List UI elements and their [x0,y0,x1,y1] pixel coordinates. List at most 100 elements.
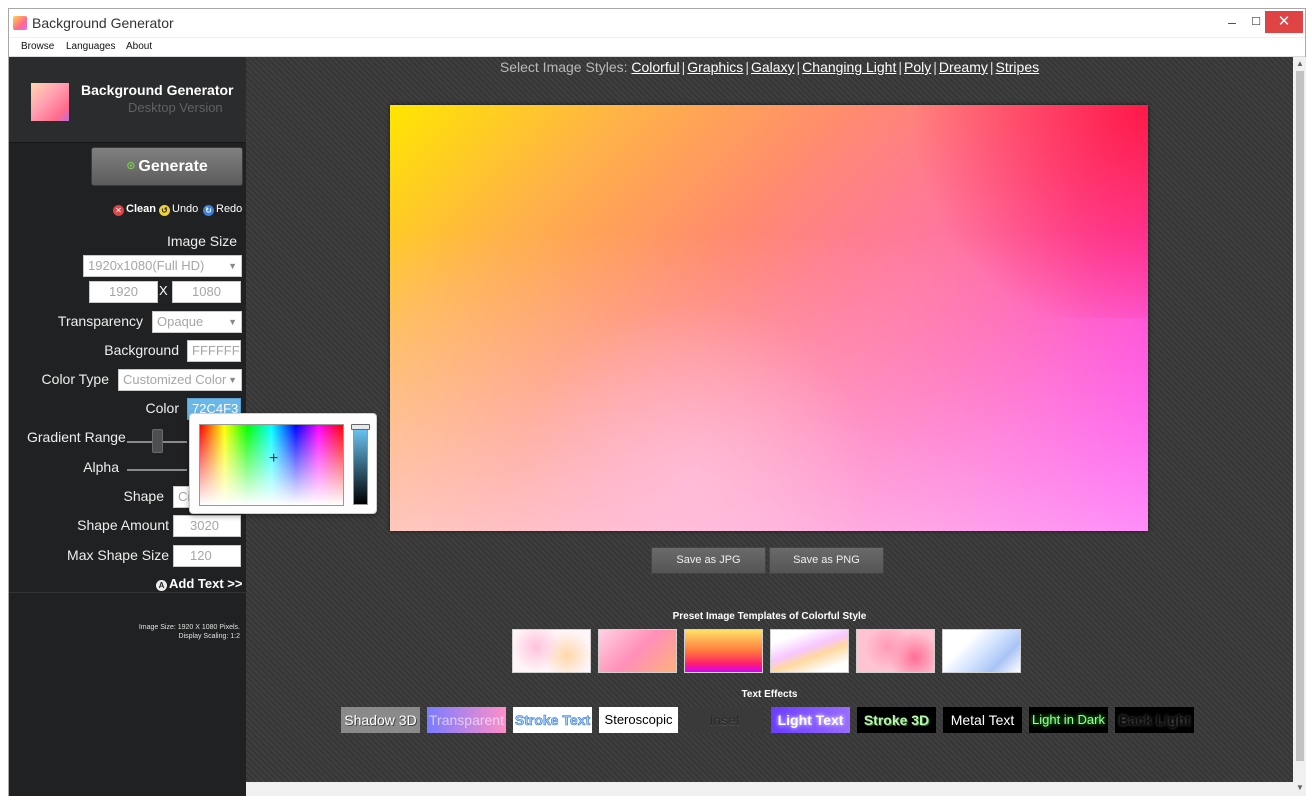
generate-label: Generate [138,158,208,175]
undo-button[interactable]: ↺ Undo [159,203,198,216]
maximize-button[interactable]: ☐ [1245,11,1267,33]
preset-template-2[interactable] [598,629,677,673]
text-effect-stroke-3d[interactable]: Stroke 3D [857,707,936,733]
add-text-icon: A [156,580,167,591]
text-effect-inset[interactable]: Inset [685,707,764,733]
clean-button[interactable]: ✕ Clean [113,203,156,216]
display-scaling-info: Display Scaling: 1:2 [178,633,240,640]
text-effect-shadow-3d[interactable]: Shadow 3D [341,707,420,733]
shape-amount-input[interactable]: 3020 [173,515,241,537]
styles-prefix: Select Image Styles: [499,59,628,75]
separator: | [933,59,937,75]
max-shape-size-label: Max Shape Size [67,547,169,563]
separator: | [681,59,686,75]
separator: | [745,59,749,75]
menu-languages[interactable]: Languages [66,41,116,52]
redo-label: Redo [216,203,243,215]
style-link-poly[interactable]: Poly [904,59,931,75]
color-picker-value-handle[interactable] [351,424,370,430]
size-separator: X [159,283,168,298]
style-link-graphics[interactable]: Graphics [687,59,743,75]
shape-amount-label: Shape Amount [77,517,169,533]
preset-template-3[interactable] [684,629,763,673]
add-text-button[interactable]: A Add Text >> [156,576,242,591]
transparency-select[interactable]: Opaque ▼ [152,311,242,333]
x-circle-icon: ✕ [113,205,124,216]
text-effects-title: Text Effects [741,689,798,700]
preset-template-1[interactable] [512,629,591,673]
color-picker-value-bar[interactable] [353,428,368,505]
vertical-scroll-thumb[interactable] [1296,71,1304,761]
color-type-select[interactable]: Customized Color ▼ [118,369,242,391]
color-label: Color [145,400,179,416]
image-size-info: Image Size: 1920 X 1080 Pixels. [138,624,240,631]
text-effect-metal-text[interactable]: Metal Text [943,707,1022,733]
window-title: Background Generator [32,15,174,31]
text-effect-light-in-dark[interactable]: Light in Dark [1029,707,1108,733]
style-link-stripes[interactable]: Stripes [996,59,1040,75]
height-input[interactable]: 1080 [172,281,241,303]
separator: | [796,59,801,75]
menu-browse[interactable]: Browse [21,41,54,52]
app-icon [13,16,27,30]
style-link-changing-light[interactable]: Changing Light [802,59,896,75]
horizontal-scrollbar[interactable] [246,782,1293,796]
max-shape-size-input[interactable]: 120 [173,545,241,567]
gradient-range-slider-thumb[interactable] [152,429,163,453]
text-effect-light-text[interactable]: Light Text [771,707,850,733]
text-effect-back-light[interactable]: Back Light [1115,707,1194,733]
main-area: Select Image Styles: Colorful | Graphics | G… [246,57,1293,782]
chevron-down-icon: ▼ [228,375,237,385]
preset-template-5[interactable] [856,629,935,673]
text-effect-transparent[interactable]: Transparent [427,707,506,733]
chevron-down-icon: ▼ [228,261,237,271]
style-link-colorful[interactable]: Colorful [631,59,679,75]
save-jpg-button[interactable]: Save as JPG [651,547,766,574]
text-effect-steroscopic[interactable]: Steroscopic [599,707,678,733]
generate-button[interactable]: ⊙ Generate [91,147,243,186]
save-png-button[interactable]: Save as PNG [769,547,884,574]
background-color-input[interactable]: FFFFFF [187,340,241,362]
crosshair-icon[interactable]: + [269,451,278,467]
scroll-up-icon[interactable]: ▲ [1296,59,1304,68]
separator: | [989,59,994,75]
alpha-label: Alpha [83,459,119,475]
circle-dot-icon: ⊙ [126,160,136,172]
menu-bar: Browse Languages About [9,38,1305,57]
preview-highlight [882,105,1148,318]
image-styles-bar: Select Image Styles: Colorful | Graphics | G… [246,59,1293,75]
undo-circle-icon: ↺ [159,205,170,216]
redo-circle-icon: ↻ [203,205,214,216]
chevron-down-icon: ▼ [228,317,237,327]
minimize-button[interactable]: – [1221,11,1243,33]
background-preview-image [390,105,1148,531]
redo-button[interactable]: ↻ Redo [203,203,242,216]
transparency-label: Transparency [57,313,143,329]
app-logo [31,83,69,121]
preset-template-4[interactable] [770,629,849,673]
scroll-down-icon[interactable]: ▼ [1296,783,1304,792]
image-size-label: Image Size [166,233,237,249]
menu-about[interactable]: About [126,41,152,52]
undo-label: Undo [172,203,199,215]
preset-template-6[interactable] [942,629,1021,673]
style-link-dreamy[interactable]: Dreamy [939,59,988,75]
color-picker-popup[interactable]: + [189,413,377,514]
title-bar: Background Generator – ☐ ✕ [9,9,1305,37]
width-input[interactable]: 1920 [89,281,158,303]
vertical-scrollbar[interactable]: ▲ ▼ [1293,57,1306,796]
alpha-slider-track[interactable] [127,469,187,471]
image-size-value: 1920x1080(Full HD) [88,258,205,273]
style-link-galaxy[interactable]: Galaxy [751,59,795,75]
color-type-label: Color Type [41,371,109,387]
clean-label: Clean [126,203,156,215]
gradient-range-label: Gradient Range [27,429,126,445]
close-button[interactable]: ✕ [1265,11,1303,33]
brand-subtitle: Desktop Version [128,100,223,115]
shape-label: Shape [123,488,164,504]
brand-header: Background Generator Desktop Version [9,57,246,143]
image-size-select[interactable]: 1920x1080(Full HD) ▼ [83,255,242,277]
color-type-value: Customized Color [123,372,227,387]
add-text-label: Add Text >> [169,576,243,591]
text-effect-stroke-text[interactable]: Stroke Text [513,707,592,733]
